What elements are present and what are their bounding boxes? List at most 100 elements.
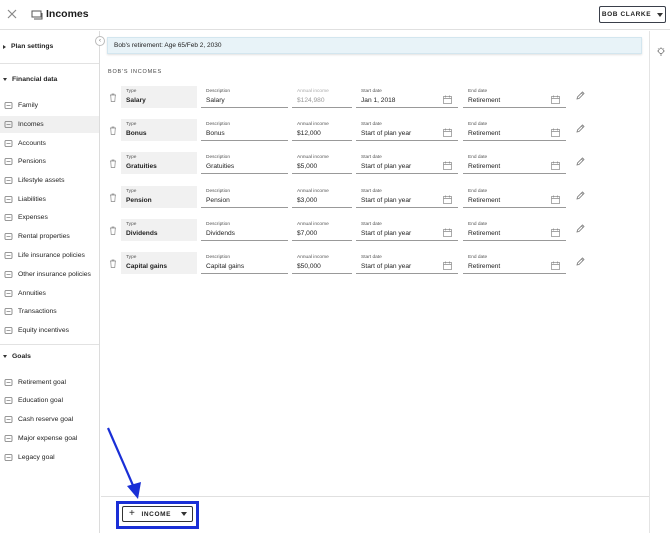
calendar-icon[interactable] xyxy=(443,261,452,270)
trash-icon[interactable] xyxy=(109,226,117,235)
sidebar-item-transactions[interactable]: Transactions xyxy=(0,303,99,320)
start-date-field[interactable]: Start date Start of plan year xyxy=(356,119,458,141)
description-field[interactable]: Description Pension xyxy=(201,186,288,208)
section-plan-settings[interactable]: Plan settings xyxy=(3,43,53,50)
end-date-field[interactable]: End date Retirement xyxy=(463,252,566,274)
sidebar-item-education-goal[interactable]: Education goal xyxy=(0,392,99,409)
description-field[interactable]: Description Bonus xyxy=(201,119,288,141)
start-date-field[interactable]: Start date Jan 1, 2018 xyxy=(356,86,458,108)
edit-pencil-icon[interactable] xyxy=(575,124,585,134)
description-field[interactable]: Description Dividends xyxy=(201,219,288,241)
expenses-icon xyxy=(4,213,13,222)
edit-pencil-icon[interactable] xyxy=(575,191,585,201)
chevron-down-icon xyxy=(3,78,7,81)
sidebar-item-life-insurance-policies[interactable]: Life insurance policies xyxy=(0,247,99,264)
annual-income-field[interactable]: Annual income $3,000 xyxy=(292,186,352,208)
sidebar-item-rental-properties[interactable]: Rental properties xyxy=(0,228,99,245)
description-field[interactable]: Description Gratuities xyxy=(201,152,288,174)
user-menu-button[interactable]: BOB CLARKE xyxy=(599,6,666,23)
annual-income-field[interactable]: Annual income $12,000 xyxy=(292,119,352,141)
type-field[interactable]: Type Salary xyxy=(121,86,197,108)
field-label: Type xyxy=(126,89,137,94)
calendar-icon[interactable] xyxy=(551,128,560,137)
sidebar-item-major-expense-goal[interactable]: Major expense goal xyxy=(0,430,99,447)
description-field[interactable]: Description Salary xyxy=(201,86,288,108)
sidebar-item-accounts[interactable]: Accounts xyxy=(0,135,99,152)
trash-icon[interactable] xyxy=(109,93,117,102)
sidebar-item-expenses[interactable]: Expenses xyxy=(0,209,99,226)
type-field[interactable]: Type Dividends xyxy=(121,219,197,241)
end-date-field[interactable]: End date Retirement xyxy=(463,186,566,208)
description-field[interactable]: Description Capital gains xyxy=(201,252,288,274)
field-label: End date xyxy=(468,222,488,227)
trash-icon[interactable] xyxy=(109,259,117,268)
field-value: $7,000 xyxy=(297,230,318,237)
pensions-icon xyxy=(4,157,13,166)
edit-pencil-icon[interactable] xyxy=(575,91,585,101)
start-date-field[interactable]: Start date Start of plan year xyxy=(356,252,458,274)
section-label: Goals xyxy=(12,353,31,360)
sidebar-item-cash-reserve-goal[interactable]: Cash reserve goal xyxy=(0,411,99,428)
sidebar-item-incomes[interactable]: Incomes xyxy=(0,116,99,133)
sidebar-item-liabilities[interactable]: Liabilities xyxy=(0,191,99,208)
start-date-field[interactable]: Start date Start of plan year xyxy=(356,219,458,241)
calendar-icon[interactable] xyxy=(443,161,452,170)
annual-income-field[interactable]: Annual income $124,980 xyxy=(292,86,352,108)
sidebar-item-pensions[interactable]: Pensions xyxy=(0,153,99,170)
sidebar-item-label: Major expense goal xyxy=(18,435,78,442)
type-field[interactable]: Type Bonus xyxy=(121,119,197,141)
section-financial-data[interactable]: Financial data xyxy=(3,76,57,83)
section-goals[interactable]: Goals xyxy=(3,353,31,360)
calendar-icon[interactable] xyxy=(443,128,452,137)
sidebar-item-retirement-goal[interactable]: Retirement goal xyxy=(0,374,99,391)
annual-income-field[interactable]: Annual income $5,000 xyxy=(292,152,352,174)
calendar-icon[interactable] xyxy=(551,261,560,270)
end-date-field[interactable]: End date Retirement xyxy=(463,86,566,108)
lightbulb-icon[interactable] xyxy=(656,47,666,57)
sidebar-item-label: Expenses xyxy=(18,214,48,221)
edit-pencil-icon[interactable] xyxy=(575,257,585,267)
calendar-icon[interactable] xyxy=(443,195,452,204)
end-date-field[interactable]: End date Retirement xyxy=(463,152,566,174)
field-label: Annual income xyxy=(297,155,329,160)
sidebar-item-annuities[interactable]: Annuities xyxy=(0,285,99,302)
type-field[interactable]: Type Gratuities xyxy=(121,152,197,174)
edit-pencil-icon[interactable] xyxy=(575,157,585,167)
calendar-icon[interactable] xyxy=(443,95,452,104)
trash-icon[interactable] xyxy=(109,193,117,202)
field-label: Description xyxy=(206,189,230,194)
field-label: End date xyxy=(468,255,488,260)
trash-icon[interactable] xyxy=(109,126,117,135)
calendar-icon[interactable] xyxy=(551,161,560,170)
calendar-icon[interactable] xyxy=(551,95,560,104)
calendar-icon[interactable] xyxy=(443,228,452,237)
close-icon[interactable] xyxy=(6,8,18,20)
chevron-right-icon xyxy=(3,44,6,49)
start-date-field[interactable]: Start date Start of plan year xyxy=(356,186,458,208)
sidebar-item-other-insurance-policies[interactable]: Other insurance policies xyxy=(0,266,99,283)
type-field[interactable]: Type Pension xyxy=(121,186,197,208)
end-date-field[interactable]: End date Retirement xyxy=(463,119,566,141)
type-field[interactable]: Type Capital gains xyxy=(121,252,197,274)
annual-income-field[interactable]: Annual income $7,000 xyxy=(292,219,352,241)
sidebar-item-legacy-goal[interactable]: Legacy goal xyxy=(0,449,99,466)
field-label: Annual income xyxy=(297,89,329,94)
sidebar-item-equity-incentives[interactable]: Equity incentives xyxy=(0,322,99,339)
start-date-field[interactable]: Start date Start of plan year xyxy=(356,152,458,174)
calendar-icon[interactable] xyxy=(551,228,560,237)
calendar-icon[interactable] xyxy=(551,195,560,204)
sidebar-item-label: Cash reserve goal xyxy=(18,416,74,423)
field-value: Dividends xyxy=(126,230,158,237)
sidebar-item-family[interactable]: Family xyxy=(0,97,99,114)
field-value: $5,000 xyxy=(297,163,318,170)
sidebar-item-lifestyle-assets[interactable]: Lifestyle assets xyxy=(0,172,99,189)
field-label: Type xyxy=(126,122,137,127)
add-income-button[interactable]: + INCOME xyxy=(122,506,193,522)
collapse-sidebar-button[interactable]: ‹ xyxy=(95,36,105,46)
annual-income-field[interactable]: Annual income $50,000 xyxy=(292,252,352,274)
end-date-field[interactable]: End date Retirement xyxy=(463,219,566,241)
field-value: Retirement xyxy=(468,197,501,204)
edit-pencil-icon[interactable] xyxy=(575,224,585,234)
trash-icon[interactable] xyxy=(109,159,117,168)
field-value: Gratuities xyxy=(206,163,235,170)
